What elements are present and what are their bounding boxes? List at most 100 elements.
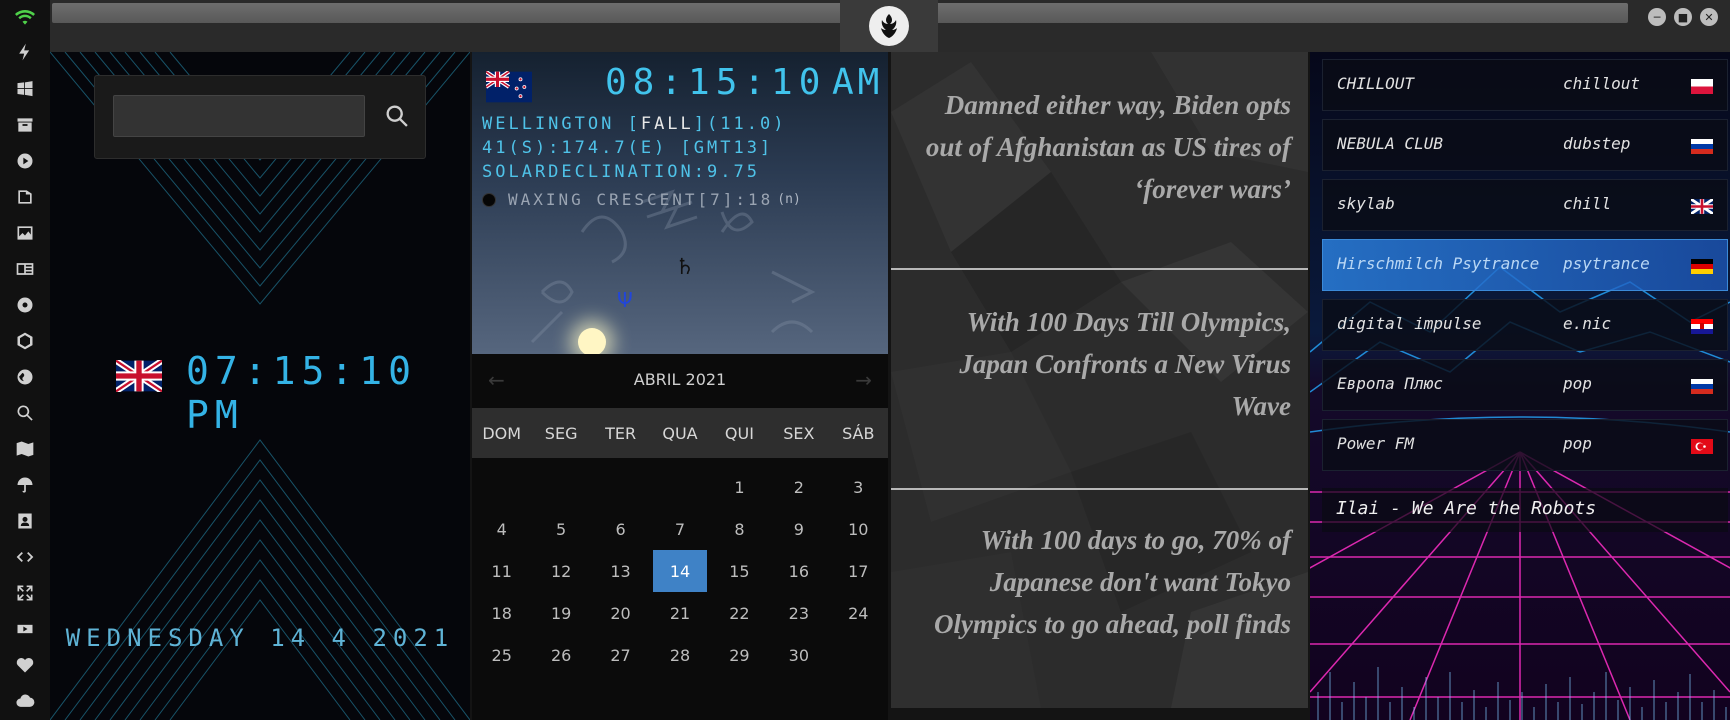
calendar-month-label: ABRIL 2021 — [633, 369, 727, 389]
search-input[interactable] — [113, 95, 365, 137]
calendar-day[interactable]: 3 — [832, 466, 885, 508]
sun-icon — [578, 328, 606, 354]
play-icon[interactable] — [13, 149, 37, 173]
calendar-day[interactable]: 13 — [594, 550, 647, 592]
solar-declination: SOLARDECLINATION:9.75 — [482, 162, 760, 182]
map-book-icon[interactable] — [13, 185, 37, 209]
calendar-day[interactable]: 28 — [653, 634, 706, 676]
nz-clock-ampm: AM — [832, 62, 884, 103]
calendar-day[interactable]: 10 — [832, 508, 885, 550]
windows-icon[interactable] — [13, 77, 37, 101]
calendar-day[interactable]: 6 — [594, 508, 647, 550]
calendar-day[interactable]: 2 — [772, 466, 825, 508]
news-headline[interactable]: With 100 Days Till Olympics, Japan Confr… — [911, 301, 1291, 427]
title-bar: ─ ■ ✕ — [50, 0, 1730, 52]
calendar-day[interactable]: 18 — [475, 592, 528, 634]
news-divider — [891, 268, 1308, 270]
saturn-icon: ♄ — [675, 255, 695, 280]
calendar-next-arrow-icon[interactable]: → — [855, 368, 872, 392]
calendar-day[interactable]: 29 — [713, 634, 766, 676]
calendar-prev-arrow-icon[interactable]: ← — [488, 368, 505, 392]
station-name: digital impulse — [1337, 314, 1482, 333]
radio-panel: CHILLOUT chillout NEBULA CLUB dubstep sk… — [1310, 52, 1730, 720]
calendar-day[interactable]: 20 — [594, 592, 647, 634]
radio-station-active[interactable]: Hirschmilch Psytrance psytrance — [1322, 239, 1728, 291]
close-button[interactable]: ✕ — [1700, 8, 1718, 26]
radio-station[interactable]: skylab chill — [1322, 179, 1728, 231]
calendar-day[interactable]: 4 — [475, 508, 528, 550]
news-divider — [891, 488, 1308, 490]
station-genre: e.nic — [1563, 314, 1612, 333]
uk-flag-icon — [1691, 199, 1713, 214]
calendar-day[interactable]: 23 — [772, 592, 825, 634]
expand-icon[interactable] — [13, 581, 37, 605]
calendar-header: ← ABRIL 2021 → — [472, 354, 888, 404]
calendar-grid: 1 2 3 4 5 6 7 8 9 10 11 12 13 14 15 16 1… — [472, 466, 888, 676]
poland-flag-icon — [1691, 79, 1713, 94]
calendar-day[interactable]: 25 — [475, 634, 528, 676]
calendar-day[interactable] — [475, 466, 528, 508]
astronomy-sky: 08:15:10 AM WELLINGTON [FALL](11.0) 41(S… — [472, 52, 888, 354]
croatia-flag-icon — [1691, 319, 1713, 334]
cloud-icon[interactable] — [13, 689, 37, 713]
umbrella-icon[interactable] — [13, 473, 37, 497]
youtube-icon[interactable] — [13, 617, 37, 641]
calendar-day[interactable]: 9 — [772, 508, 825, 550]
calendar-day[interactable]: 7 — [653, 508, 706, 550]
news-icon[interactable] — [13, 257, 37, 281]
nz-flag-icon — [486, 71, 532, 103]
search-icon[interactable] — [13, 401, 37, 425]
news-headline[interactable]: With 100 days to go, 70% of Japanese don… — [911, 519, 1291, 645]
calendar-day[interactable]: 11 — [475, 550, 528, 592]
contacts-icon[interactable] — [13, 509, 37, 533]
archive-icon[interactable] — [13, 113, 37, 137]
sidebar — [0, 0, 50, 720]
calendar-day[interactable]: 8 — [713, 508, 766, 550]
calendar-day[interactable]: 21 — [653, 592, 706, 634]
station-name: Hirschmilch Psytrance — [1337, 254, 1540, 273]
search-button[interactable] — [378, 96, 416, 136]
globe-icon[interactable] — [13, 365, 37, 389]
calendar-day[interactable]: 1 — [713, 466, 766, 508]
calendar-day[interactable]: 12 — [534, 550, 587, 592]
maximize-button[interactable]: ■ — [1674, 8, 1692, 26]
atom-icon[interactable] — [13, 293, 37, 317]
calendar-day[interactable]: 17 — [832, 550, 885, 592]
heart-icon[interactable] — [13, 653, 37, 677]
calendar-day[interactable]: 30 — [772, 634, 825, 676]
calendar-day[interactable] — [832, 634, 885, 676]
radio-station[interactable]: digital impulse e.nic — [1322, 299, 1728, 351]
calendar-day[interactable]: 5 — [534, 508, 587, 550]
hexagon-icon[interactable] — [13, 329, 37, 353]
radio-station[interactable]: CHILLOUT chillout — [1322, 59, 1728, 111]
weekday-label: QUI — [724, 423, 754, 443]
calendar-day-today[interactable]: 14 — [653, 550, 707, 592]
moon-phase: WAXING CRESCENT[7]:18 (n) — [482, 190, 801, 209]
calendar-day[interactable]: 15 — [713, 550, 766, 592]
news-headline[interactable]: Damned either way, Biden opts out of Afg… — [911, 84, 1291, 210]
calendar-day[interactable] — [534, 466, 587, 508]
radio-station[interactable]: Power FM pop — [1322, 419, 1728, 471]
station-genre: chillout — [1563, 74, 1641, 93]
calendar-day[interactable]: 16 — [772, 550, 825, 592]
rebel-alliance-icon — [869, 6, 909, 46]
calendar-day[interactable]: 26 — [534, 634, 587, 676]
calendar-day[interactable]: 24 — [832, 592, 885, 634]
calendar-day[interactable] — [594, 466, 647, 508]
weekday-label: QUA — [662, 423, 698, 443]
map-icon[interactable] — [13, 437, 37, 461]
calendar-day[interactable] — [653, 466, 706, 508]
radio-station[interactable]: Европа Плюс pop — [1322, 359, 1728, 411]
calendar-day[interactable]: 19 — [534, 592, 587, 634]
image-icon[interactable] — [13, 221, 37, 245]
calendar-day[interactable]: 22 — [713, 592, 766, 634]
nz-location: WELLINGTON [FALL](11.0) — [482, 114, 786, 134]
calendar-day[interactable]: 27 — [594, 634, 647, 676]
moon-phase-icon — [482, 192, 496, 207]
lightning-icon[interactable] — [13, 40, 37, 64]
rebel-logo-tab[interactable] — [840, 0, 938, 52]
wifi-icon[interactable] — [13, 6, 37, 30]
minimize-button[interactable]: ─ — [1648, 8, 1666, 26]
code-icon[interactable] — [13, 545, 37, 569]
radio-station[interactable]: NEBULA CLUB dubstep — [1322, 119, 1728, 171]
